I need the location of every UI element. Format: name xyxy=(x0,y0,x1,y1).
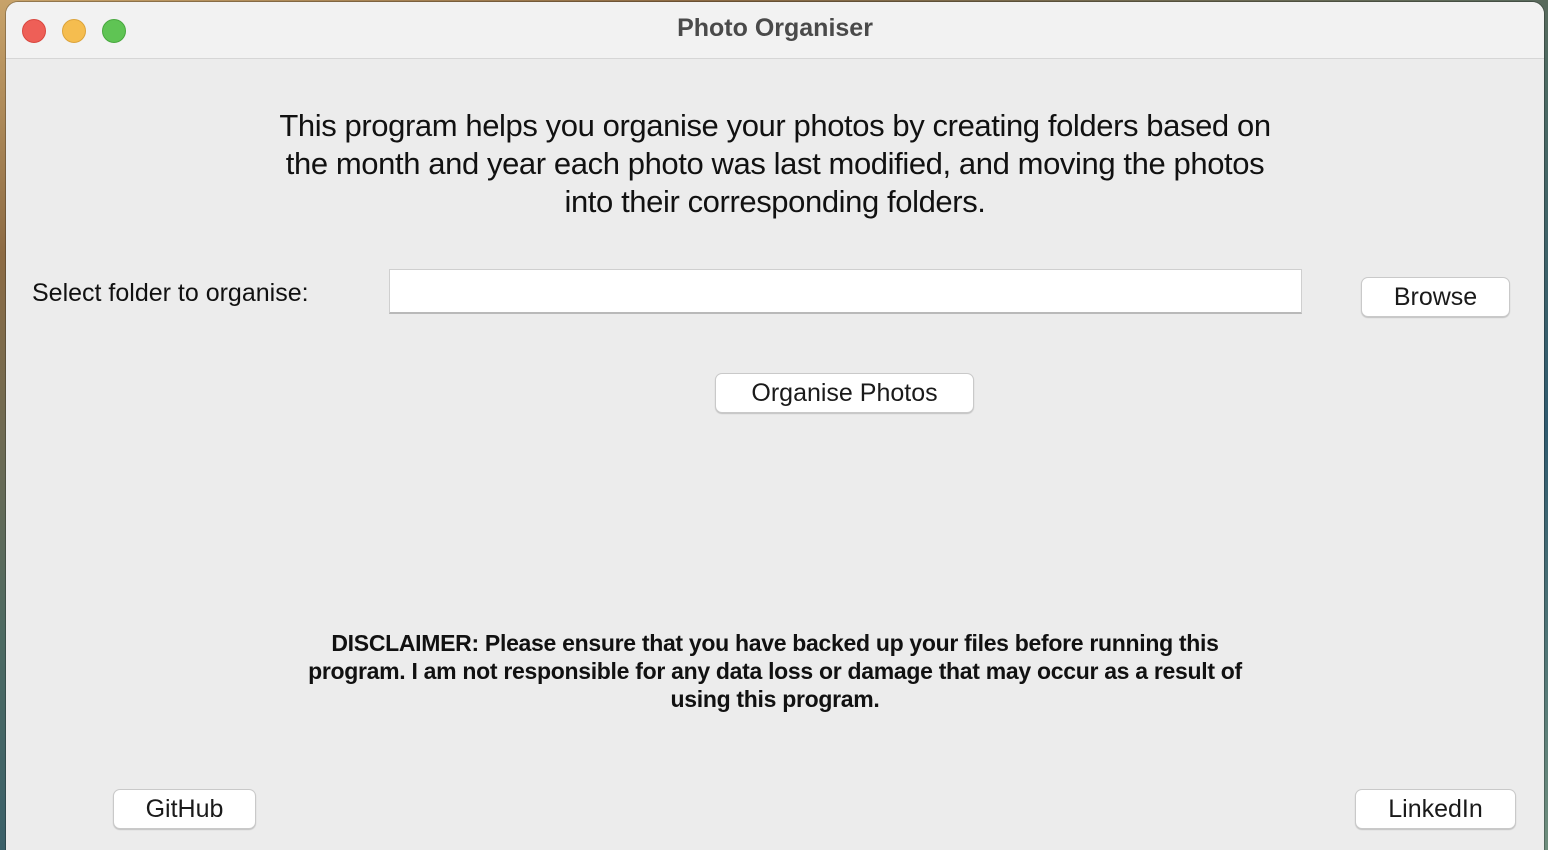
intro-text: This program helps you organise your pho… xyxy=(6,107,1544,221)
intro-line: the month and year each photo was last m… xyxy=(285,146,1265,181)
intro-line: This program helps you organise your pho… xyxy=(279,108,1271,143)
folder-path-input[interactable] xyxy=(389,269,1302,314)
title-bar: Photo Organiser xyxy=(6,2,1544,59)
organise-photos-button[interactable]: Organise Photos xyxy=(715,373,974,413)
main-content: This program helps you organise your pho… xyxy=(6,59,1544,850)
disclaimer-text: DISCLAIMER: Please ensure that you have … xyxy=(6,629,1544,713)
github-button[interactable]: GitHub xyxy=(113,789,256,829)
disclaimer-line: DISCLAIMER: Please ensure that you have … xyxy=(331,630,1219,656)
window-title: Photo Organiser xyxy=(677,14,873,42)
disclaimer-line: using this program. xyxy=(670,686,880,712)
browse-button[interactable]: Browse xyxy=(1361,277,1510,317)
disclaimer-line: program. I am not responsible for any da… xyxy=(308,658,1242,684)
linkedin-button[interactable]: LinkedIn xyxy=(1355,789,1516,829)
folder-select-label: Select folder to organise: xyxy=(32,279,309,307)
app-window: Photo Organiser This program helps you o… xyxy=(6,2,1544,850)
intro-line: into their corresponding folders. xyxy=(564,184,986,219)
